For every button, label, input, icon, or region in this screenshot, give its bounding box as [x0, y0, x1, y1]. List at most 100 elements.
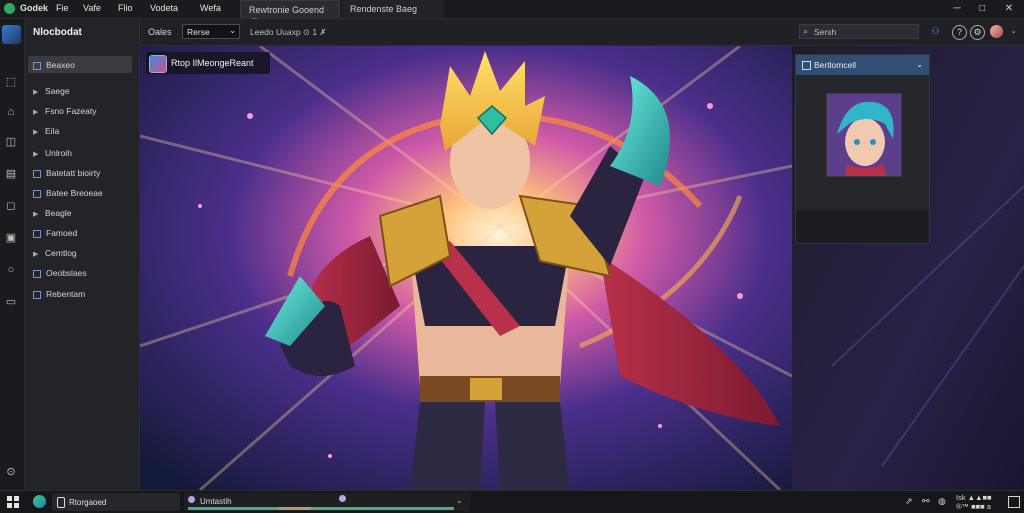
sidebar-title: Nlocbodat: [33, 27, 82, 38]
caption-thumbnail: [149, 55, 167, 73]
toolbar-info-text: Leedo Uuaxp ⊙ 1 ✗: [250, 27, 327, 37]
chevron-down-icon: ⌄: [229, 26, 236, 35]
search-placeholder: Sersh: [814, 27, 837, 37]
title-bar: Godek Fie Vafe Flio Vodeta Wefa Rewtroni…: [0, 0, 1024, 25]
sidebar-item-label: Oeobslaes: [46, 268, 87, 278]
sidebar-item-label: Fsno Fazeaty: [45, 106, 97, 116]
notifications-icon[interactable]: [1008, 496, 1020, 508]
taskbar-task[interactable]: Umtastih ⌄: [184, 493, 470, 511]
circle-icon[interactable]: ○: [4, 263, 18, 277]
sidebar-item-label: Unlroih: [45, 148, 72, 158]
minimize-icon[interactable]: ─: [950, 2, 964, 16]
menu-item-1[interactable]: Vafe: [83, 3, 101, 13]
play-icon: ▶: [33, 151, 39, 158]
image-icon[interactable]: ▣: [4, 231, 18, 245]
preview-card-footer: [796, 210, 929, 243]
sidebar-item-6[interactable]: Batee Breoeae: [33, 188, 103, 202]
activity-rail: ⬚ ⌂ ◫ ▤ ◻ ▣ ○ ▭ ⊙: [0, 19, 25, 490]
search-icon: ⌕: [803, 26, 809, 36]
preview-card-header[interactable]: Bertlomcell ⌄: [796, 55, 929, 75]
play-icon: ▶: [33, 251, 39, 258]
menu-item-4[interactable]: Wefa: [200, 3, 221, 13]
close-icon[interactable]: ✕: [1002, 2, 1016, 16]
home-icon[interactable]: ⌂: [4, 105, 18, 119]
share-icon[interactable]: ⚇: [929, 25, 942, 38]
volume-icon[interactable]: ◍: [938, 496, 946, 507]
sidebar-item-1[interactable]: ▶ Saege: [33, 86, 70, 100]
sidebar-item-5[interactable]: Batetatt bioirty: [33, 168, 100, 182]
task-progress-track: [188, 507, 454, 510]
task-label: Umtastih: [200, 497, 232, 506]
user-avatar[interactable]: [990, 25, 1003, 38]
link-icon[interactable]: ⚯: [922, 496, 930, 507]
caption-text: Rtop IlMeongeReant: [171, 58, 254, 68]
maximize-icon[interactable]: □: [975, 2, 989, 16]
tray-clock-line1: Isk ▲▲■■: [956, 493, 992, 502]
sidebar-item-3[interactable]: ▶ Eila: [33, 126, 59, 140]
chevron-down-icon[interactable]: ⌄: [916, 60, 923, 69]
play-icon: ▶: [33, 109, 39, 116]
sidebar-item-label: Famoed: [46, 228, 78, 238]
sidebar-item-0[interactable]: Beaxeo: [33, 60, 75, 74]
chevron-down-icon[interactable]: ⌄: [456, 496, 463, 505]
taskbar-app-label: Rtorgaoed: [69, 498, 107, 507]
tab-label: Rendenste Baeg: [350, 4, 418, 14]
menu-item-3[interactable]: Vodeta: [150, 3, 178, 13]
sidebar-item-label: Beagle: [45, 208, 72, 218]
search-input[interactable]: ⌕ Sersh: [799, 24, 919, 39]
sidebar-item-4[interactable]: ▶ Unlroih: [33, 148, 72, 162]
document-icon[interactable]: ▤: [4, 167, 18, 181]
chevron-down-icon[interactable]: ⌄: [1007, 25, 1020, 38]
sidebar-item-label: Batee Breoeae: [46, 188, 103, 198]
settings-gear-icon[interactable]: ⚙: [970, 25, 985, 40]
tab-inactive[interactable]: Rendenste Baeg: [342, 0, 444, 18]
settings-icon[interactable]: ⊙: [4, 465, 18, 479]
sidebar-item-11[interactable]: Rebentam: [33, 289, 85, 303]
square-icon: [33, 169, 41, 178]
menu-item-2[interactable]: Flio: [118, 3, 133, 13]
taskbar-app-button[interactable]: Rtorgaoed: [52, 493, 180, 511]
square-icon: [33, 290, 41, 299]
sidebar-item-10[interactable]: Oeobslaes: [33, 268, 87, 282]
play-icon: ▶: [33, 211, 39, 218]
sidebar-item-label: Saege: [45, 86, 70, 96]
toolbar: Oales Rerse ⌄ Leedo Uuaxp ⊙ 1 ✗ ⌕ Sersh …: [140, 19, 1024, 46]
panel-icon[interactable]: ▭: [4, 295, 18, 309]
project-thumbnail[interactable]: [2, 25, 21, 44]
help-icon[interactable]: ?: [952, 25, 967, 40]
sidebar-item-label: Cemtlog: [45, 248, 77, 258]
sidebar-item-label: Batetatt bioirty: [46, 168, 101, 178]
app-name: Godek: [20, 3, 49, 13]
taskbar: Rtorgaoed Umtastih ⌄ ⇗ ⚯ ◍ Isk ▲▲■■ ®™ ■…: [0, 490, 1024, 513]
square-icon: [33, 61, 41, 70]
square-icon: [33, 229, 41, 238]
canvas-caption: Rtop IlMeongeReant: [146, 52, 270, 74]
layers-icon[interactable]: ◫: [4, 135, 18, 149]
preview-card-title: Bertlomcell: [814, 60, 857, 70]
sidebar-item-9[interactable]: ▶ Cemtlog: [33, 248, 77, 262]
sidebar-item-2[interactable]: ▶ Fsno Fazeaty: [33, 106, 97, 120]
sidebar-item-label: Rebentam: [46, 289, 86, 299]
sidebar-item-label: Eila: [45, 126, 60, 136]
filter-dropdown[interactable]: Rerse ⌄: [182, 24, 240, 39]
app-logo-icon: [4, 3, 15, 14]
filter-label: Oales: [148, 27, 172, 37]
square-icon: [33, 269, 41, 278]
character-portrait-image[interactable]: [826, 93, 902, 177]
task-progress-fill: [188, 507, 454, 510]
play-icon: ▶: [33, 129, 39, 136]
sidebar-item-7[interactable]: ▶ Beagle: [33, 208, 71, 222]
artwork-canvas[interactable]: Rtop IlMeongeReant: [140, 46, 792, 490]
start-icon[interactable]: [7, 496, 19, 508]
app-window-icon: [57, 497, 65, 508]
tab-active[interactable]: Rewtronie Gooend ×: [240, 0, 340, 25]
browser-icon[interactable]: [33, 495, 46, 508]
square-icon: [802, 61, 811, 70]
sidebar-item-8[interactable]: Famoed: [33, 228, 77, 242]
square-icon: [33, 189, 41, 198]
menu-item-0[interactable]: Fie: [56, 3, 69, 13]
bookmark-icon[interactable]: ◻: [4, 199, 18, 213]
preview-card: Bertlomcell ⌄: [795, 54, 930, 244]
network-icon[interactable]: ⇗: [905, 496, 913, 507]
explorer-icon[interactable]: ⬚: [4, 75, 18, 89]
